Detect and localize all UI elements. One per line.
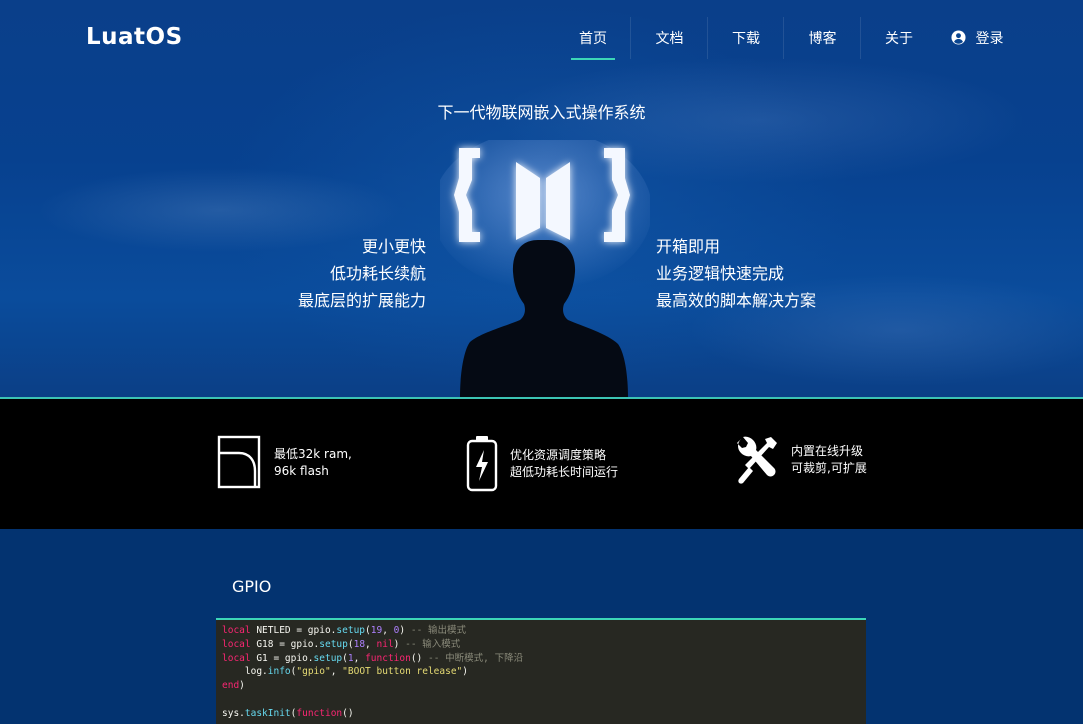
band-text: 优化资源调度策略 超低功耗长时间运行 xyxy=(510,447,618,481)
band-item-tools: 内置在线升级 可裁剪,可扩展 xyxy=(735,435,867,485)
feature-item: 更小更快 xyxy=(361,237,426,256)
user-circle-icon xyxy=(950,30,966,45)
nav-item-label: 关于 xyxy=(885,30,913,47)
feature-item: 开箱即用 xyxy=(656,237,721,256)
nav-item-label: 首页 xyxy=(579,30,607,47)
band-text-line: 可裁剪,可扩展 xyxy=(791,461,867,475)
band-text-line: 最低32k ram, xyxy=(274,446,352,461)
nav-item-home[interactable]: 首页 xyxy=(555,15,631,60)
code-lines: local NETLED = gpio.setup(19, 0) -- 输出模式… xyxy=(222,624,866,721)
nav-item-download[interactable]: 下载 xyxy=(708,15,784,60)
code-line: log.info("gpio", "BOOT button release") xyxy=(222,666,469,678)
nav-item-label: 下载 xyxy=(732,30,760,47)
hero-subtitle: 下一代物联网嵌入式操作系统 xyxy=(437,103,646,122)
band-text-line: 优化资源调度策略 xyxy=(510,447,607,462)
band-text-line: 96k flash xyxy=(274,463,329,478)
memory-chip-icon xyxy=(217,435,261,489)
code-line: local G1 = gpio.setup(1, function() -- 中… xyxy=(222,652,524,664)
feature-list-right: 开箱即用 业务逻辑快速完成 最高效的脚本解决方案 xyxy=(656,233,896,314)
feature-item: 业务逻辑快速完成 xyxy=(656,264,785,283)
feature-item: 低功耗长续航 xyxy=(329,264,426,283)
code-line: local NETLED = gpio.setup(19, 0) -- 输出模式 xyxy=(222,625,467,636)
band-text-line: 超低功耗长时间运行 xyxy=(510,464,619,479)
tools-icon xyxy=(737,436,777,484)
code-line: sys.taskInit(function() xyxy=(222,707,354,719)
login-label: 登录 xyxy=(975,30,1004,47)
band-text: 最低32k ram, 96k flash xyxy=(274,446,352,480)
page: LuatOS 首页 文档 下载 博客 关于 登录 下一代物联网嵌入式操作系统 更… xyxy=(0,0,1083,724)
feature-item: 最高效的脚本解决方案 xyxy=(656,291,817,310)
battery-charging-icon xyxy=(466,436,498,492)
code-line: end) xyxy=(222,680,245,692)
login-button[interactable]: 登录 xyxy=(937,15,1017,60)
hero-section: LuatOS 首页 文档 下载 博客 关于 登录 下一代物联网嵌入式操作系统 更… xyxy=(0,0,1083,397)
feature-list-left: 更小更快 低功耗长续航 最底层的扩展能力 xyxy=(240,233,426,314)
band-item-battery: 优化资源调度策略 超低功耗长时间运行 xyxy=(466,435,618,492)
band-item-memory: 最低32k ram, 96k flash xyxy=(217,435,352,490)
nav-item-label: 博客 xyxy=(808,30,837,47)
nav-item-about[interactable]: 关于 xyxy=(861,15,937,60)
nav-item-label: 文档 xyxy=(655,30,684,47)
code-example-section: GPIO local NETLED = gpio.setup(19, 0) --… xyxy=(0,529,1083,724)
logo[interactable]: LuatOS xyxy=(86,24,183,50)
nav-item-blog[interactable]: 博客 xyxy=(784,15,861,60)
code-block[interactable]: local NETLED = gpio.setup(19, 0) -- 输出模式… xyxy=(216,618,866,724)
feature-band: 最低32k ram, 96k flash 优化资源调度策略 超低功耗长时间运行 xyxy=(0,399,1083,529)
code-example-title: GPIO xyxy=(232,577,272,596)
hero-illustration xyxy=(440,140,650,397)
nav-item-docs[interactable]: 文档 xyxy=(631,15,708,60)
band-text-line: 内置在线升级 xyxy=(791,444,864,458)
feature-item: 最底层的扩展能力 xyxy=(297,291,426,310)
code-line: local G18 = gpio.setup(18, nil) -- 输入模式 xyxy=(222,638,461,650)
band-text: 内置在线升级 可裁剪,可扩展 xyxy=(791,443,867,477)
main-nav: 首页 文档 下载 博客 关于 登录 xyxy=(555,15,1017,60)
